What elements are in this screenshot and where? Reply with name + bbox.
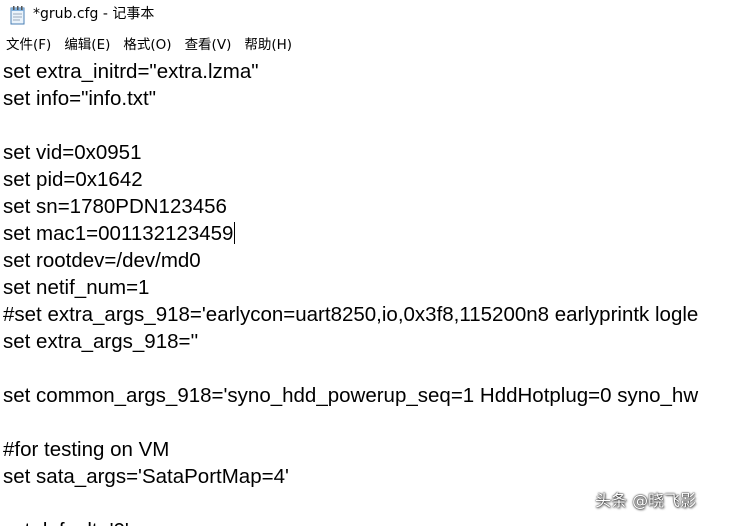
editor-line: set extra_args_918='' [3,330,199,353]
text-editor[interactable]: set extra_initrd="extra.lzma" set info="… [0,58,732,526]
menu-help[interactable]: 帮助(H) [238,34,299,56]
editor-line-with-caret: set mac1=001132123459 [3,220,236,247]
editor-line: set sata_args='SataPortMap=4' [3,465,289,488]
editor-line: set rootdev=/dev/md0 [3,249,201,272]
window-title: *grub.cfg - 记事本 [33,6,155,22]
editor-line: set sn=1780PDN123456 [3,195,227,218]
menu-format[interactable]: 格式(O) [117,34,178,56]
editor-line: #set extra_args_918='earlycon=uart8250,i… [3,303,699,326]
notepad-icon [9,5,27,25]
editor-line: set default='0' [3,517,129,526]
menu-edit[interactable]: 编辑(E) [58,34,117,56]
editor-line: set extra_initrd="extra.lzma" [3,60,259,83]
notepad-window: *grub.cfg - 记事本 文件(F) 编辑(E) 格式(O) 查看(V) … [0,0,732,526]
text-caret [234,222,236,244]
editor-line: set common_args_918='syno_hdd_powerup_se… [3,384,699,407]
menu-view[interactable]: 查看(V) [179,34,239,56]
watermark: 头条 @晓飞影 [595,491,697,510]
editor-line: #for testing on VM [3,438,170,461]
editor-line: set vid=0x0951 [3,141,142,164]
editor-line: set netif_num=1 [3,276,150,299]
menu-file[interactable]: 文件(F) [0,34,58,56]
editor-line: set pid=0x1642 [3,168,143,191]
menu-bar: 文件(F) 编辑(E) 格式(O) 查看(V) 帮助(H) [0,33,732,57]
editor-line: set mac1=001132123459 [3,222,234,245]
title-bar[interactable]: *grub.cfg - 记事本 [0,0,732,30]
editor-line: set info="info.txt" [3,87,157,110]
